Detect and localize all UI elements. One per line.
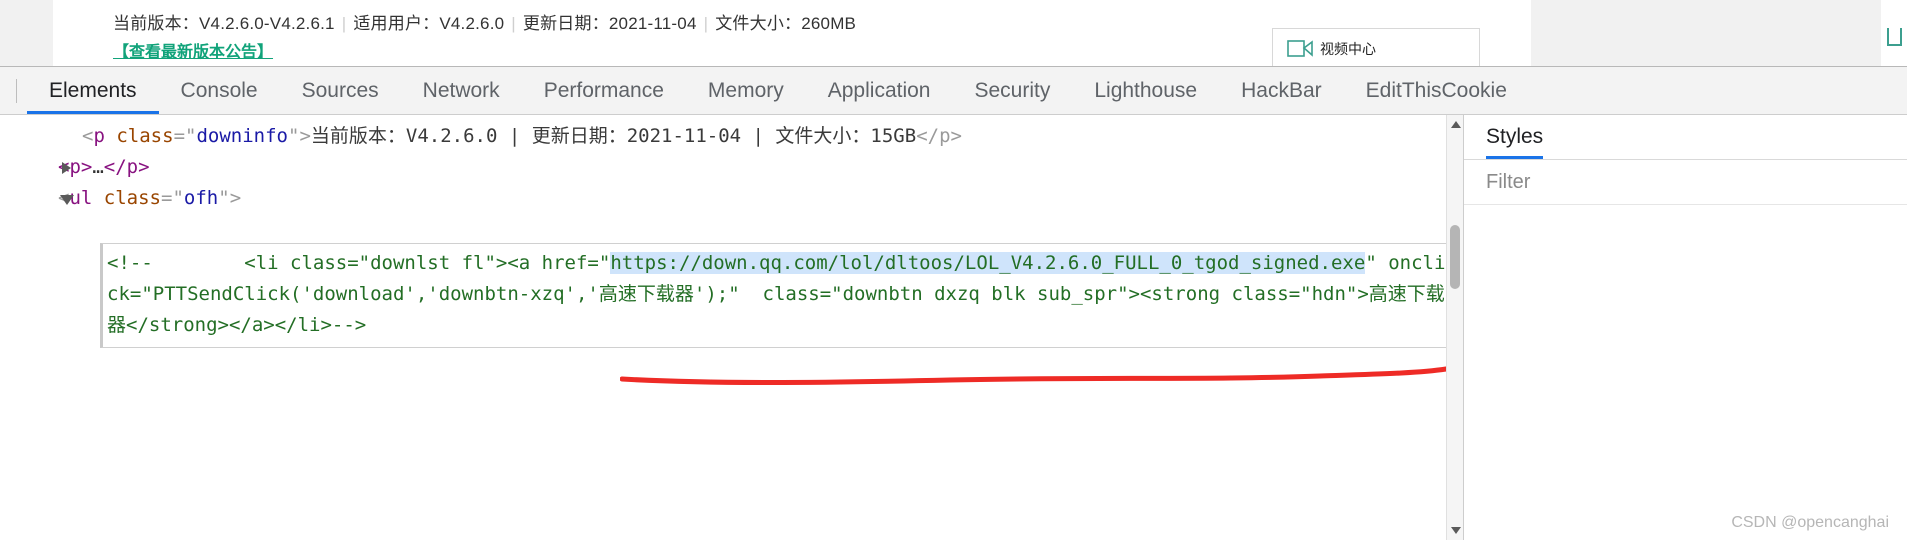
ul-attr-value-ofh[interactable]: ofh — [184, 187, 218, 209]
info-separator-3: | — [703, 14, 709, 33]
tab-hackbar[interactable]: HackBar — [1219, 67, 1344, 114]
ul-space — [92, 187, 103, 209]
closing-tag-p: </p> — [916, 125, 962, 147]
tab-application[interactable]: Application — [806, 67, 953, 114]
csdn-watermark: CSDN @opencanghai — [1731, 514, 1889, 531]
scroll-down-arrow-icon[interactable] — [1451, 527, 1461, 534]
attr-name-class: class — [116, 125, 174, 147]
date-label: 更新日期： — [522, 14, 609, 33]
styles-sidebar: Styles Filter — [1463, 115, 1907, 540]
tab-memory[interactable]: Memory — [686, 67, 806, 114]
scrollbar-thumb[interactable] — [1450, 225, 1460, 289]
dom-comment-node-selected[interactable]: <!-- <li class="downlst fl"><a href="htt… — [100, 243, 1448, 348]
date-value: 2021-11-04 — [608, 14, 697, 33]
tab-sources[interactable]: Sources — [280, 67, 401, 114]
elements-dom-tree[interactable]: <p class="downinfo">当前版本：V4.2.6.0 | 更新日期… — [0, 115, 1463, 540]
tag-open-bracket: < — [82, 125, 94, 147]
dom-node-ul-ofh[interactable]: <ul class="ofh"> — [0, 183, 1463, 214]
attr-equals: = — [173, 125, 186, 147]
dom-tree-scrollbar[interactable] — [1446, 115, 1463, 540]
comment-download-url[interactable]: https://down.qq.com/lol/dltoos/LOL_V4.2.… — [610, 252, 1366, 274]
tab-network[interactable]: Network — [401, 67, 522, 114]
devtools-window: Elements Console Sources Network Perform… — [0, 66, 1907, 540]
tag-p-close: </p> — [103, 156, 150, 178]
attr-quote-close: " — [287, 125, 300, 147]
ul-close-bracket: > — [229, 187, 242, 209]
comment-part-1: <!-- <li class="downlst fl"><a href=" — [107, 252, 611, 274]
styles-tabbar: Styles — [1464, 115, 1907, 160]
users-label: 适用用户： — [353, 14, 440, 33]
info-separator-2: | — [511, 14, 516, 33]
info-separator-1: | — [341, 14, 347, 33]
chevron-right-icon[interactable] — [62, 162, 71, 174]
tag-close-bracket: > — [299, 125, 311, 147]
ul-attr-name-class: class — [103, 187, 161, 209]
page-left-gutter — [0, 0, 53, 66]
view-latest-notice-link[interactable]: 【查看最新版本公告】 — [113, 38, 273, 62]
devtools-tabbar: Elements Console Sources Network Perform… — [0, 67, 1907, 115]
video-center-label: 视频中心 — [1320, 41, 1376, 57]
tab-editthiscookie[interactable]: EditThisCookie — [1344, 67, 1529, 114]
tab-console[interactable]: Console — [159, 67, 280, 114]
attr-quote-open: " — [185, 125, 197, 147]
tab-elements[interactable]: Elements — [27, 67, 159, 114]
tabbar-divider — [16, 78, 17, 103]
page-far-right-edge — [1881, 0, 1907, 66]
ul-attr-quote-close: " — [218, 187, 230, 209]
chevron-down-icon[interactable] — [60, 195, 74, 205]
tab-lighthouse[interactable]: Lighthouse — [1072, 67, 1219, 114]
styles-filter-row[interactable]: Filter — [1464, 160, 1907, 205]
dom-node-p-downinfo[interactable]: <p class="downinfo">当前版本：V4.2.6.0 | 更新日期… — [0, 121, 1463, 152]
version-label: 当前版本： — [113, 14, 199, 33]
users-value: V4.2.6.0 — [439, 14, 505, 33]
tag-name-p: p — [93, 125, 105, 147]
ul-attr-equals: = — [161, 187, 173, 209]
dom-node-p-collapsed[interactable]: <p>…</p> — [0, 152, 1463, 183]
attr-value-downinfo[interactable]: downinfo — [196, 125, 288, 147]
devtools-body: <p class="downinfo">当前版本：V4.2.6.0 | 更新日期… — [0, 115, 1907, 540]
ul-attr-quote-open: " — [172, 187, 184, 209]
video-play-icon — [1287, 40, 1313, 57]
web-page-region: 当前版本：V4.2.6.0-V4.2.6.1 | 适用用户：V4.2.6.0 | 更新日… — [0, 0, 1907, 66]
size-label: 文件大小： — [715, 14, 802, 33]
size-value: 260MB — [801, 14, 857, 33]
tab-performance[interactable]: Performance — [522, 67, 686, 114]
scroll-up-arrow-icon[interactable] — [1451, 121, 1461, 128]
tab-security[interactable]: Security — [952, 67, 1072, 114]
version-value: V4.2.6.0-V4.2.6.1 — [199, 14, 335, 33]
bracket-icon — [1887, 28, 1902, 46]
red-underline-annotation — [620, 366, 1449, 385]
download-info-line: 当前版本：V4.2.6.0-V4.2.6.1 | 适用用户：V4.2.6.0 | 更新日… — [113, 9, 856, 34]
dom-text-downinfo: 当前版本：V4.2.6.0 | 更新日期：2021-11-04 | 文件大小：1… — [310, 125, 917, 147]
tab-styles[interactable]: Styles — [1486, 115, 1544, 159]
video-center-panel[interactable]: 视频中心 — [1272, 28, 1480, 66]
collapsed-ellipsis: … — [92, 156, 104, 178]
styles-filter-input[interactable]: Filter — [1486, 171, 1530, 194]
tag-space — [105, 125, 116, 147]
